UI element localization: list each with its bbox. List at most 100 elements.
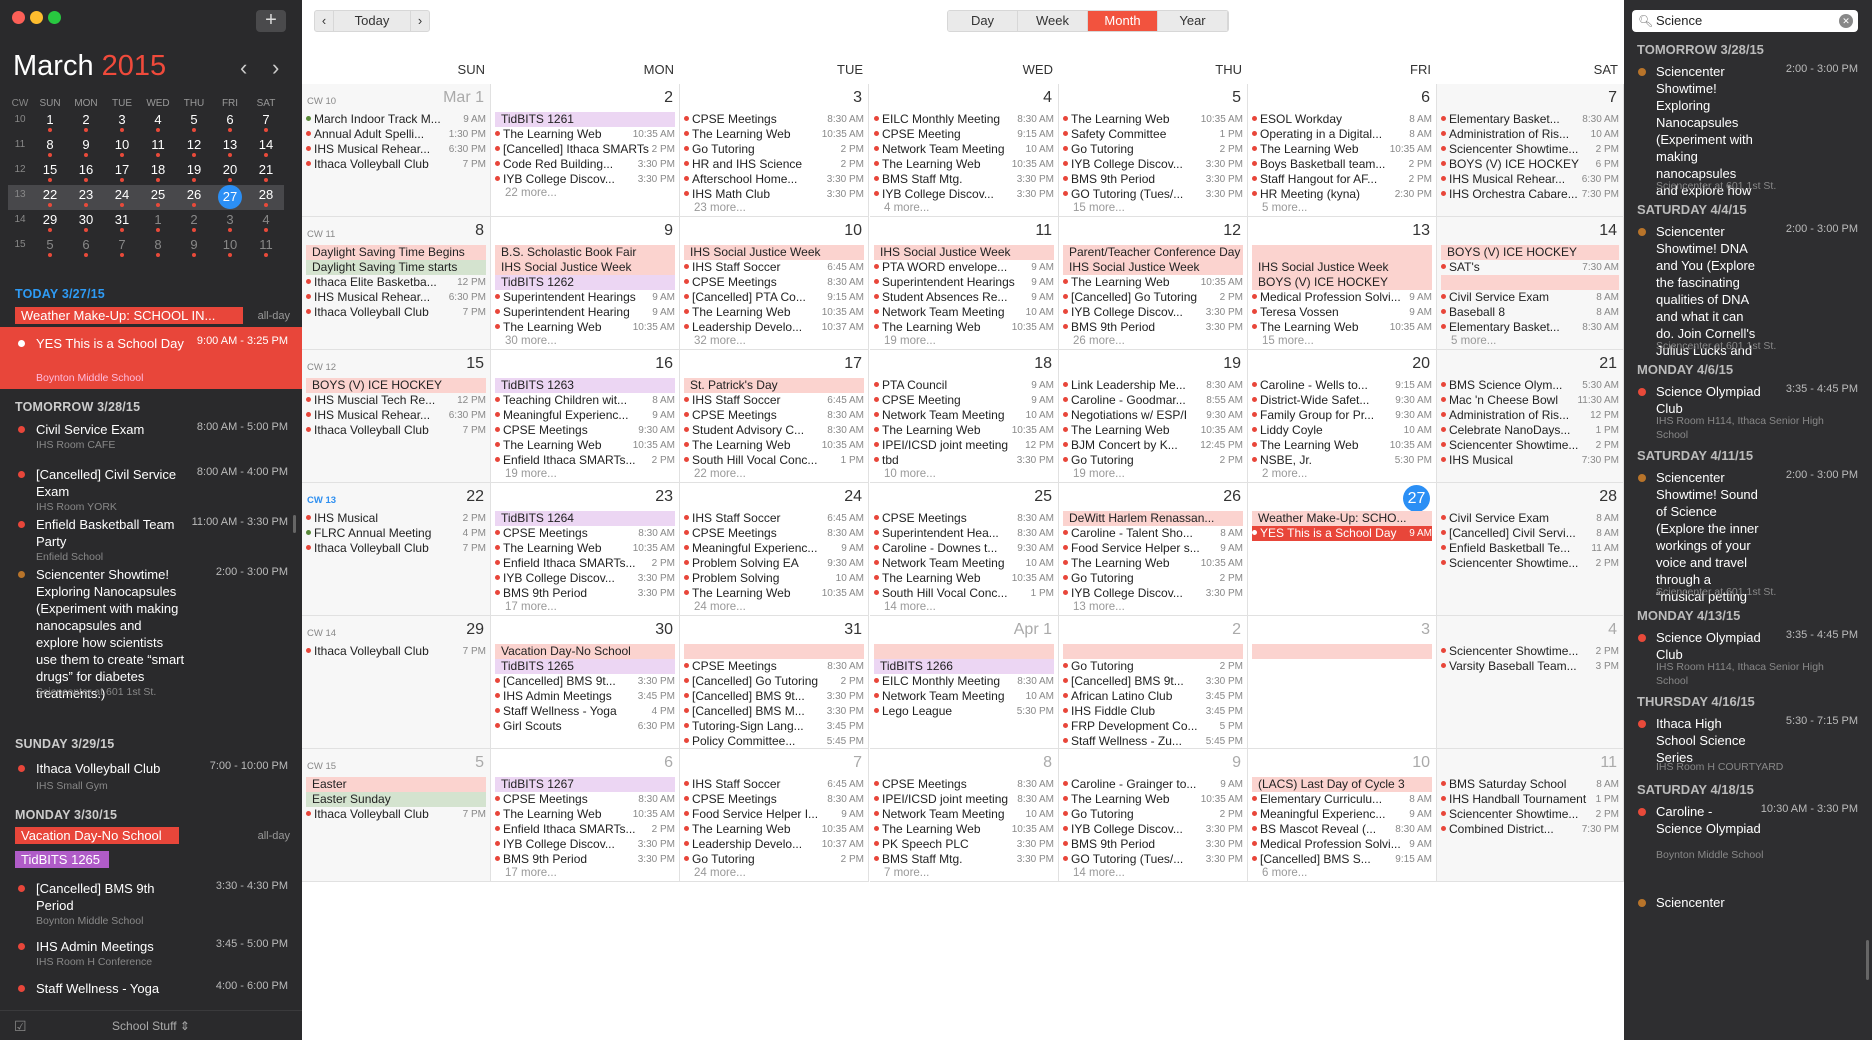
calendar-event[interactable]: BMS 9th Period 3:30 PM	[1063, 837, 1243, 852]
day-cell[interactable]: 19 Link Leadership Me... 8:30 AM Caroline -…	[1059, 350, 1248, 483]
day-cell[interactable]: 6 ESOL Workday 8 AM Operating in a Digital.…	[1248, 84, 1437, 217]
view-month-button[interactable]: Month	[1088, 11, 1158, 31]
day-cell[interactable]: CW 15 5 Easter Easter Sunday Ithaca Volleyba…	[302, 749, 491, 882]
calendar-event[interactable]: CPSE Meeting 9:15 AM	[874, 127, 1054, 142]
calendar-event[interactable]: IPEI/ICSD joint meeting 8:30 AM	[874, 792, 1054, 807]
calendar-event[interactable]: FLRC Annual Meeting 4 PM	[306, 526, 486, 541]
more-events-link[interactable]: 2 more...	[1262, 468, 1307, 480]
mini-day[interactable]: 10	[212, 235, 248, 260]
calendar-event[interactable]: South Hill Vocal Conc... 1 PM	[684, 453, 864, 468]
mini-day[interactable]: 20	[212, 160, 248, 185]
calendar-event[interactable]: IHS Musical Rehear... 6:30 PM	[306, 290, 486, 305]
calendar-event[interactable]: The Learning Web 10:35 AM	[1063, 275, 1243, 290]
calendar-event[interactable]: Medical Profession Solvi... 9 AM	[1252, 837, 1432, 852]
day-cell[interactable]: 26 DeWitt Harlem Renassan... Caroline - Ta…	[1059, 483, 1248, 616]
calendar-event[interactable]: District-Wide Safet... 9:30 AM	[1252, 393, 1432, 408]
calendar-event[interactable]: Superintendent Hea... 8:30 AM	[874, 526, 1054, 541]
calendar-event[interactable]: African Latino Club 3:45 PM	[1063, 689, 1243, 704]
calendar-event[interactable]: IHS Admin Meetings 3:45 PM	[495, 689, 675, 704]
calendar-event[interactable]: PTA Council 9 AM	[874, 378, 1054, 393]
mini-day[interactable]: 9	[176, 235, 212, 260]
day-cell[interactable]: 11 BMS Saturday School 8 AM IHS Handball To…	[1437, 749, 1624, 882]
calendar-event[interactable]: Administration of Ris... 12 PM	[1441, 408, 1619, 423]
mini-day[interactable]: 3	[212, 210, 248, 235]
day-cell[interactable]: CW 11 8 Daylight Saving Time Begins Dayligh…	[302, 217, 491, 350]
calendar-event[interactable]: Afterschool Home... 3:30 PM	[684, 172, 864, 187]
more-events-link[interactable]: 24 more...	[694, 867, 746, 879]
allday-event[interactable]: Weather Make-Up: SCHOOL IN...	[15, 307, 243, 324]
calendar-event[interactable]: Go Tutoring 2 PM	[1063, 453, 1243, 468]
more-events-link[interactable]: 23 more...	[694, 202, 746, 214]
calendar-event[interactable]: HR Meeting (kyna) 2:30 PM	[1252, 187, 1432, 202]
calendar-event[interactable]: Ithaca Volleyball Club 7 PM	[306, 157, 486, 172]
calendar-event[interactable]: Go Tutoring 2 PM	[1063, 142, 1243, 157]
day-cell[interactable]: 23 TidBITS 1264 CPSE Meetings 8:30 AM The Le…	[491, 483, 680, 616]
mini-day[interactable]: 29	[32, 210, 68, 235]
allday-event[interactable]: Vacation Day-No School	[15, 827, 179, 844]
calendar-event[interactable]: [Cancelled] Ithaca SMARTs... 2 PM	[495, 142, 675, 157]
prev-month-chevron-icon[interactable]: ‹	[240, 57, 247, 79]
calendar-event[interactable]: Caroline - Grainger to... 9 AM	[1063, 777, 1243, 792]
day-cell[interactable]: 5 The Learning Web 10:35 AM Safety Committe…	[1059, 84, 1248, 217]
calendar-event[interactable]: Superintendent Hearings 9 AM	[874, 275, 1054, 290]
allday-event-bar[interactable]: Weather Make-Up: SCHO...	[1252, 511, 1432, 526]
calendar-event[interactable]: Meaningful Experienc... 9 AM	[684, 541, 864, 556]
view-day-button[interactable]: Day	[948, 11, 1018, 31]
mini-day[interactable]: 3	[104, 110, 140, 135]
calendar-event[interactable]: The Learning Web 10:35 AM	[1252, 438, 1432, 453]
more-events-link[interactable]: 19 more...	[1073, 468, 1125, 480]
day-cell[interactable]: 13 IHS Social Justice Week BOYS (V) ICE HO…	[1248, 217, 1437, 350]
day-cell[interactable]: CW 10 Mar 1 March Indoor Track M... 9 AM Ann…	[302, 84, 491, 217]
calendar-event[interactable]: BOYS (V) ICE HOCKEY 6 PM	[1441, 157, 1619, 172]
clear-search-icon[interactable]: ✕	[1839, 14, 1853, 28]
more-events-link[interactable]: 24 more...	[694, 601, 746, 613]
more-events-link[interactable]: 22 more...	[505, 187, 557, 199]
calendar-event[interactable]: Liddy Coyle 10 AM	[1252, 423, 1432, 438]
mini-day[interactable]: 4	[248, 210, 284, 235]
calendar-event[interactable]: IHS Staff Soccer 6:45 AM	[684, 393, 864, 408]
day-cell[interactable]: 28 Civil Service Exam 8 AM [Cancelled] Civi…	[1437, 483, 1624, 616]
calendar-event[interactable]: [Cancelled] BMS M... 3:30 PM	[684, 704, 864, 719]
calendar-event[interactable]: Ithaca Volleyball Club 7 PM	[306, 305, 486, 320]
more-events-link[interactable]: 19 more...	[505, 468, 557, 480]
calendar-event[interactable]: Teresa Vossen 9 AM	[1252, 305, 1432, 320]
day-cell[interactable]: 2 TidBITS 1261 The Learning Web 10:35 AM [Ca…	[491, 84, 680, 217]
allday-event-bar[interactable]: Parent/Teacher Conference Day (Half Day …	[1063, 245, 1243, 260]
allday-event-bar[interactable]	[1441, 275, 1619, 290]
calendar-event[interactable]: Celebrate NanoDays... 1 PM	[1441, 423, 1619, 438]
calendar-event[interactable]: The Learning Web 10:35 AM	[874, 423, 1054, 438]
sidebar-scrollbar[interactable]	[293, 515, 296, 533]
calendar-event[interactable]: Civil Service Exam 8 AM	[1441, 290, 1619, 305]
calendar-event[interactable]: Tutoring-Sign Lang... 3:45 PM	[684, 719, 864, 734]
more-events-link[interactable]: 6 more...	[1262, 867, 1307, 879]
calendar-event[interactable]: The Learning Web 10:35 AM	[684, 305, 864, 320]
calendar-event[interactable]: March Indoor Track M... 9 AM	[306, 112, 486, 127]
calendar-event[interactable]: Superintendent Hearing 9 AM	[495, 305, 675, 320]
calendar-event[interactable]: The Learning Web 10:35 AM	[1063, 556, 1243, 571]
calendar-event[interactable]: The Learning Web 10:35 AM	[684, 586, 864, 601]
search-field[interactable]: 🔍︎ Science ✕	[1632, 10, 1858, 32]
calendar-event[interactable]: tbd 3:30 PM	[874, 453, 1054, 468]
calendar-event[interactable]: GO Tutoring (Tues/... 3:30 PM	[1063, 852, 1243, 867]
allday-event-bar[interactable]: Easter Sunday	[306, 792, 486, 807]
more-events-link[interactable]: 7 more...	[884, 867, 929, 879]
calendar-event[interactable]: The Learning Web 10:35 AM	[495, 438, 675, 453]
calendar-event[interactable]: Elementary Basket... 8:30 AM	[1441, 112, 1619, 127]
calendar-event[interactable]: CPSE Meetings 9:30 AM	[495, 423, 675, 438]
more-events-link[interactable]: 15 more...	[1262, 335, 1314, 347]
calendar-event[interactable]: Staff Wellness - Yoga 4 PM	[495, 704, 675, 719]
day-cell[interactable]: 18 PTA Council 9 AM CPSE Meeting 9 AM Network…	[870, 350, 1059, 483]
calendar-event[interactable]: Network Team Meeting 10 AM	[874, 807, 1054, 822]
mini-day[interactable]: 6	[68, 235, 104, 260]
allday-event-bar[interactable]: St. Patrick's Day	[684, 378, 864, 393]
day-cell[interactable]: 3	[1248, 616, 1437, 749]
calendar-event[interactable]: BJM Concert by K... 12:45 PM	[1063, 438, 1243, 453]
calendar-event[interactable]: The Learning Web 10:35 AM	[684, 438, 864, 453]
calendar-event[interactable]: Sciencenter Showtime... 2 PM	[1441, 556, 1619, 571]
mini-day[interactable]: 2	[68, 110, 104, 135]
calendar-event[interactable]: Varsity Baseball Team... 3 PM	[1441, 659, 1619, 674]
calendar-event[interactable]: IHS Musical 2 PM	[306, 511, 486, 526]
calendar-event[interactable]: ESOL Workday 8 AM	[1252, 112, 1432, 127]
more-events-link[interactable]: 14 more...	[1073, 867, 1125, 879]
calendar-event[interactable]: Staff Hangout for AF... 2 PM	[1252, 172, 1432, 187]
